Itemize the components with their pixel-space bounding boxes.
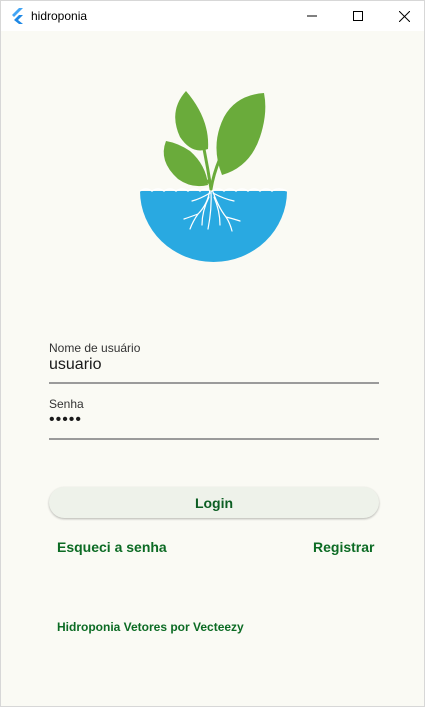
- minimize-button[interactable]: [289, 1, 335, 31]
- maximize-icon: [353, 11, 363, 21]
- username-label: Nome de usuário: [49, 341, 141, 355]
- username-input[interactable]: usuario: [49, 356, 101, 374]
- forgot-password-link[interactable]: Esqueci a senha: [57, 539, 167, 555]
- hydroponics-logo: [139, 91, 288, 262]
- minimize-icon: [307, 15, 317, 17]
- maximize-button[interactable]: [335, 1, 381, 31]
- app-window: hidroponia Nome de usuário usuario Senha…: [0, 0, 425, 707]
- password-label: Senha: [49, 397, 84, 411]
- username-underline: [49, 382, 379, 384]
- title-bar: hidroponia: [1, 1, 424, 31]
- password-input[interactable]: •••••: [49, 411, 82, 429]
- login-button[interactable]: Login: [49, 487, 379, 518]
- password-underline: [49, 438, 379, 440]
- flutter-icon: [12, 8, 23, 24]
- close-icon: [398, 10, 410, 22]
- credit-link[interactable]: Hidroponia Vetores por Vecteezy: [57, 620, 244, 634]
- close-button[interactable]: [381, 1, 425, 31]
- window-title: hidroponia: [31, 9, 88, 23]
- register-link[interactable]: Registrar: [313, 539, 374, 555]
